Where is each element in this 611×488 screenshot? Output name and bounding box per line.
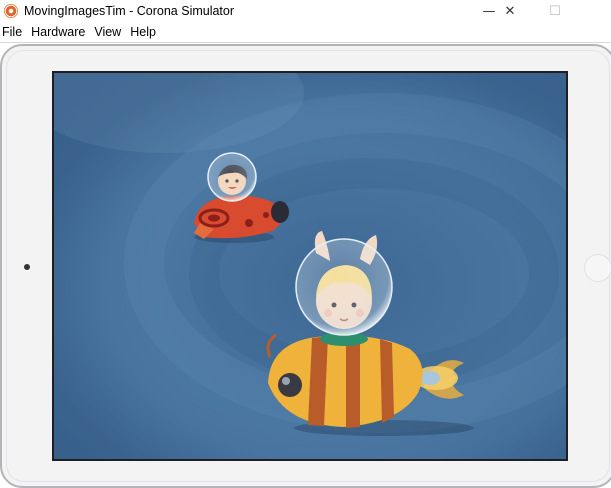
menu-hardware[interactable]: Hardware xyxy=(29,24,92,42)
home-button[interactable] xyxy=(584,254,611,282)
window-title: MovingImagesTim - Corona Simulator xyxy=(24,4,235,18)
menu-help[interactable]: Help xyxy=(128,24,163,42)
simulator-screen[interactable] xyxy=(52,71,568,461)
title-bar[interactable]: MovingImagesTim - Corona Simulator — ☐ ✕ xyxy=(0,0,611,23)
corona-icon xyxy=(4,4,18,18)
menu-view[interactable]: View xyxy=(92,24,128,42)
menu-divider xyxy=(0,42,611,43)
maximize-button[interactable]: ☐ xyxy=(532,0,578,23)
menu-bar: File Hardware View Help xyxy=(0,24,611,42)
close-button[interactable]: ✕ xyxy=(487,0,533,23)
camera-icon xyxy=(24,264,30,270)
menu-file[interactable]: File xyxy=(0,24,29,42)
game-scene xyxy=(54,73,566,459)
